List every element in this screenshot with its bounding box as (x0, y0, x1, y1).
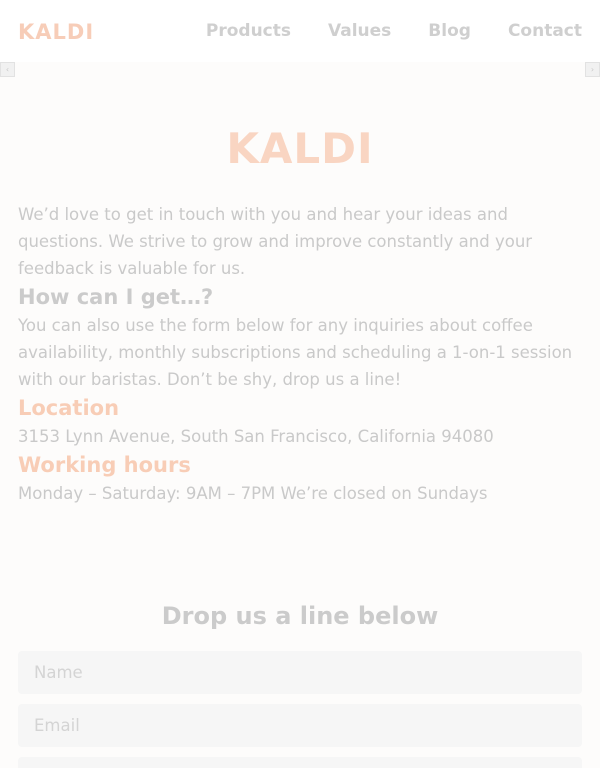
scroll-right-arrow-icon[interactable]: › (585, 62, 600, 77)
name-field[interactable] (18, 651, 582, 694)
nav-link-contact[interactable]: Contact (508, 20, 582, 42)
contact-page: KALDI Products Values Blog Contact ‹ › K… (0, 0, 600, 768)
main-nav: Products Values Blog Contact (206, 20, 582, 42)
hero-logo: KALDI (226, 124, 374, 173)
working-hours-heading: Working hours (18, 453, 191, 477)
form-title: Drop us a line below (161, 602, 439, 630)
email-field[interactable] (18, 704, 582, 747)
how-heading: How can I get…? (18, 285, 214, 309)
header-logo[interactable]: KALDI (18, 18, 94, 46)
location-heading: Location (18, 396, 120, 420)
how-text: You can also use the form below for any … (18, 316, 573, 389)
nav-link-blog[interactable]: Blog (428, 20, 471, 42)
contact-info: We’d love to get in touch with you and h… (18, 201, 584, 507)
scroll-left-arrow-icon[interactable]: ‹ (0, 62, 15, 77)
top-navigation-bar: KALDI Products Values Blog Contact (0, 0, 600, 62)
working-hours-text: Monday – Saturday: 9AM – 7PM We’re close… (18, 484, 488, 503)
message-field[interactable] (18, 757, 582, 768)
intro-text: We’d love to get in touch with you and h… (18, 205, 533, 278)
nav-link-products[interactable]: Products (206, 20, 291, 42)
nav-link-values[interactable]: Values (328, 20, 391, 42)
location-address: 3153 Lynn Avenue, South San Francisco, C… (18, 427, 494, 446)
